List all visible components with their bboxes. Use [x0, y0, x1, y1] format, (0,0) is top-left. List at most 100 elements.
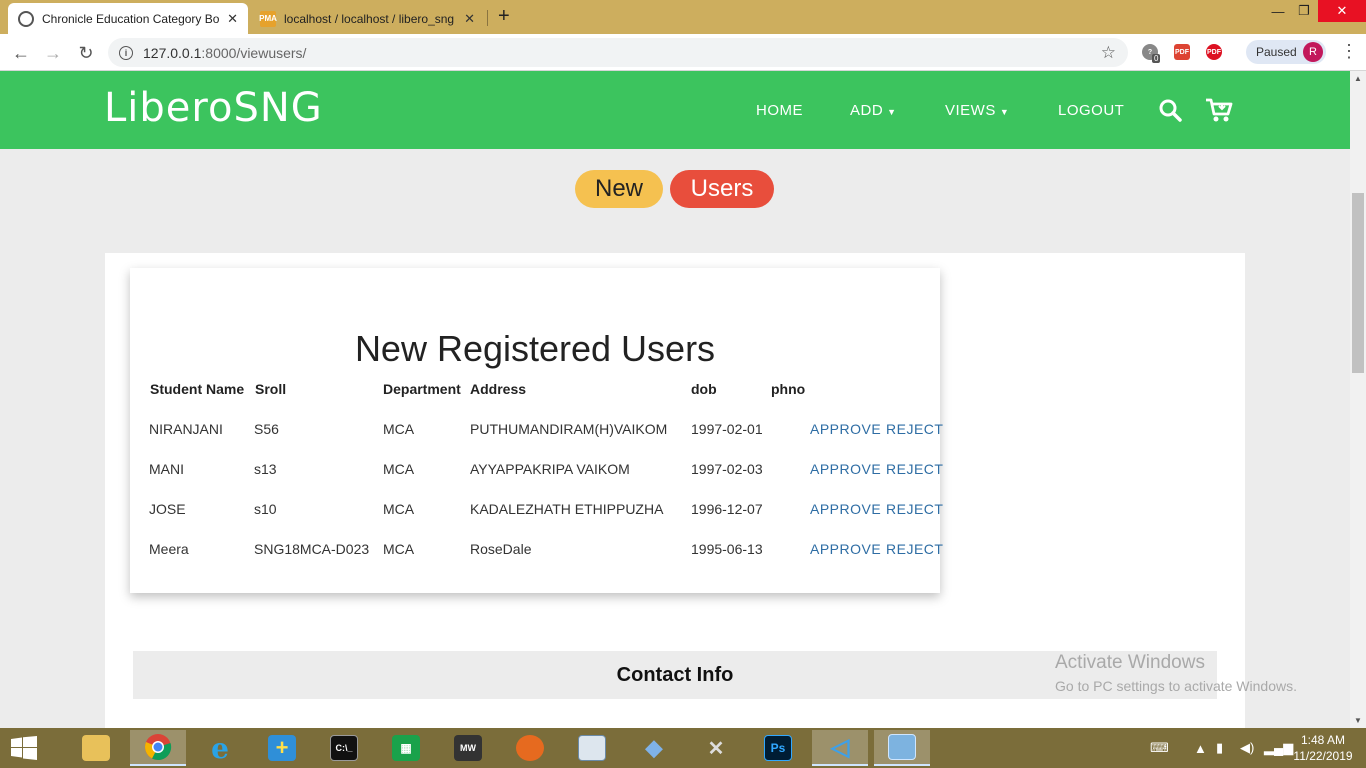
file-explorer-icon[interactable] [68, 730, 124, 766]
address-bar[interactable]: i 127.0.0.1:8000/viewusers/ ☆ [108, 38, 1128, 67]
nav-home[interactable]: HOME [756, 102, 803, 119]
internet-explorer-icon[interactable]: e [192, 730, 248, 766]
header-department: Department [383, 381, 461, 397]
nav-views[interactable]: VIEWS ▼ [945, 102, 1009, 119]
cell-name: JOSE [149, 501, 186, 517]
cell-address: RoseDale [470, 541, 532, 557]
system-clock[interactable]: 1:48 AM 11/22/2019 [1293, 732, 1353, 764]
card-title: New Registered Users [354, 328, 716, 369]
phpmyadmin-icon: PMA [259, 10, 277, 27]
scroll-up-icon[interactable]: ▲ [1354, 74, 1362, 83]
forward-button[interactable]: → [41, 41, 65, 65]
cell-dob: 1995-06-13 [691, 541, 763, 557]
cell-name: Meera [149, 541, 189, 557]
cell-sroll: s13 [254, 461, 277, 477]
watermark-subtitle: Go to PC settings to activate Windows. [1055, 678, 1297, 694]
battery-icon[interactable]: ▮ [1216, 728, 1223, 768]
search-icon[interactable] [1158, 98, 1182, 122]
url-text[interactable]: 127.0.0.1:8000/viewusers/ [143, 45, 306, 61]
restore-button[interactable]: ❐ [1292, 0, 1316, 22]
volume-icon[interactable]: ◀) [1240, 728, 1254, 768]
reject-button[interactable]: REJECT [886, 461, 943, 477]
start-button[interactable] [0, 728, 48, 768]
signal-icon[interactable]: ▂▄▆ [1264, 728, 1293, 768]
nav-logout[interactable]: LOGOUT [1058, 102, 1124, 119]
scroll-down-icon[interactable]: ▼ [1354, 716, 1362, 725]
close-icon[interactable]: ✕ [464, 11, 475, 27]
profile-status: Paused [1256, 45, 1297, 59]
tab-separator [487, 10, 488, 26]
notepad-icon[interactable] [564, 730, 620, 766]
approve-button[interactable]: APPROVE [810, 541, 881, 557]
scrollbar-thumb[interactable] [1352, 193, 1364, 373]
page-viewport: LiberoSNG HOME ADD ▼ VIEWS ▼ LOGOUT New Us… [0, 71, 1350, 728]
cell-department: MCA [383, 421, 415, 437]
tab-title: localhost / localhost / libero_sng [284, 11, 455, 26]
profile-button[interactable]: Paused R [1246, 40, 1326, 64]
cell-address: KADALEZHATH ETHIPPUZHA [470, 501, 664, 517]
tab-chronicle[interactable]: Chronicle Education Category Bo ✕ [8, 3, 248, 34]
header-address: Address [470, 381, 527, 397]
tools-icon[interactable]: ✕ [688, 730, 744, 766]
cell-sroll: s10 [254, 501, 277, 517]
nav-add-label: ADD [850, 102, 884, 119]
close-icon[interactable]: ✕ [227, 11, 238, 27]
cell-dob: 1997-02-03 [691, 461, 763, 477]
cell-dob: 1996-12-07 [691, 501, 763, 517]
info-icon[interactable]: i [119, 45, 133, 60]
nav-views-label: VIEWS [945, 102, 996, 119]
cell-address: AYYAPPAKRIPA VAIKOM [470, 461, 630, 477]
pdf-extension-icon[interactable]: PDF [1174, 44, 1190, 60]
clock-time: 1:48 AM [1300, 733, 1346, 747]
windows-logo-icon [11, 736, 37, 760]
minimize-button[interactable]: — [1266, 0, 1290, 22]
back-button[interactable]: ← [9, 41, 33, 65]
photoshop-icon[interactable]: Ps [750, 730, 806, 766]
reject-button[interactable]: REJECT [886, 421, 943, 437]
tab-phpmyadmin[interactable]: PMA localhost / localhost / libero_sng ✕ [250, 3, 485, 34]
users-card: New Registered Users Student Name Sroll … [130, 268, 943, 593]
keyboard-icon[interactable]: ⌨ [1150, 728, 1169, 768]
header-dob: dob [691, 381, 717, 397]
bookmark-star-icon[interactable]: ☆ [1101, 43, 1116, 63]
cell-name: MANI [149, 461, 184, 477]
approve-button[interactable]: APPROVE [810, 461, 881, 477]
cell-department: MCA [383, 461, 415, 477]
badge-users: Users [670, 170, 774, 208]
remote-desktop-icon[interactable] [874, 730, 930, 766]
nav-add[interactable]: ADD ▼ [850, 102, 897, 119]
approve-button[interactable]: APPROVE [810, 421, 881, 437]
reload-button[interactable]: ↻ [74, 41, 98, 65]
header-student-name: Student Name [150, 381, 245, 397]
dolphin-icon[interactable]: ◆ [626, 730, 682, 766]
cell-department: MCA [383, 501, 415, 517]
window-close-button[interactable]: ✕ [1318, 0, 1366, 22]
avatar: R [1303, 42, 1323, 62]
globe-icon [18, 10, 34, 27]
cell-sroll: SNG18MCA-D023 [254, 541, 370, 557]
pdf-converter-icon[interactable]: PDF [1206, 44, 1222, 60]
site-logo[interactable]: LiberoSNG [104, 85, 323, 131]
cart-icon[interactable] [1205, 97, 1233, 123]
menu-icon[interactable]: ⋮ [1340, 42, 1358, 60]
install-manager-icon[interactable]: + [254, 730, 310, 766]
firefox-icon[interactable] [502, 730, 558, 766]
clock-date: 11/22/2019 [1293, 749, 1353, 763]
badge-new: New [575, 170, 663, 208]
activation-watermark: Activate Windows Go to PC settings to ac… [1055, 652, 1297, 694]
store-icon[interactable]: ▦ [378, 730, 434, 766]
reject-button[interactable]: REJECT [886, 541, 943, 557]
reject-button[interactable]: REJECT [886, 501, 943, 517]
tray-expand-icon[interactable]: ▲ [1194, 728, 1207, 768]
new-tab-button[interactable]: + [498, 5, 510, 28]
approve-button[interactable]: APPROVE [810, 501, 881, 517]
nfs-most-wanted-icon[interactable]: MW [440, 730, 496, 766]
visual-studio-code-icon[interactable]: ◁ [812, 730, 868, 766]
command-prompt-icon[interactable]: C:\_ [316, 730, 372, 766]
browser-titlebar: Chronicle Education Category Bo ✕ PMA lo… [0, 0, 1366, 34]
page-scrollbar[interactable]: ▲ ▼ [1350, 71, 1366, 728]
header-sroll: Sroll [255, 381, 287, 397]
chrome-icon[interactable] [130, 730, 186, 766]
caret-down-icon: ▼ [887, 107, 897, 117]
url-path: :8000/viewusers/ [201, 44, 307, 61]
